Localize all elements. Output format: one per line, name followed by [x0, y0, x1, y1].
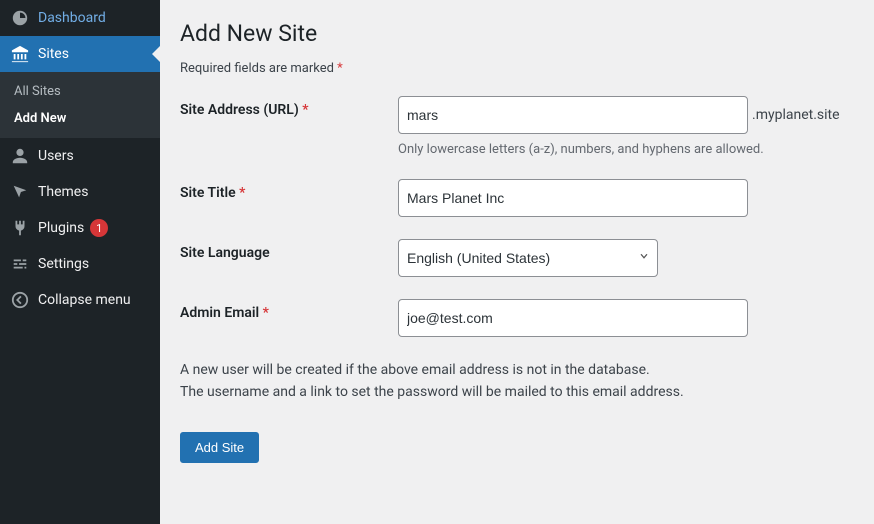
collapse-icon: [10, 290, 30, 310]
row-site-language: Site Language English (United States): [180, 239, 854, 277]
site-language-select[interactable]: English (United States): [398, 239, 658, 277]
sidebar-item-collapse[interactable]: Collapse menu: [0, 282, 160, 318]
required-asterisk: *: [337, 61, 343, 76]
required-note: Required fields are marked *: [180, 61, 854, 76]
row-admin-email: Admin Email *: [180, 299, 854, 337]
sidebar-item-plugins[interactable]: Plugins 1: [0, 210, 160, 246]
dashboard-icon: [10, 8, 30, 28]
sidebar-sites-label: Sites: [38, 46, 69, 62]
label-site-language: Site Language: [180, 239, 398, 261]
sidebar-item-users[interactable]: Users: [0, 138, 160, 174]
sidebar-subitem-add-new[interactable]: Add New: [0, 105, 160, 132]
settings-icon: [10, 254, 30, 274]
main-content: Add New Site Required fields are marked …: [160, 0, 874, 524]
admin-sidebar: Dashboard Sites All Sites Add New Users …: [0, 0, 160, 524]
sidebar-item-dashboard[interactable]: Dashboard: [0, 0, 160, 36]
sidebar-sites-submenu: All Sites Add New: [0, 72, 160, 138]
page-title: Add New Site: [180, 20, 854, 47]
site-address-input[interactable]: [398, 96, 748, 134]
label-admin-email: Admin Email *: [180, 299, 398, 321]
plugins-update-badge: 1: [90, 219, 108, 237]
themes-icon: [10, 182, 30, 202]
label-site-address: Site Address (URL) *: [180, 96, 398, 118]
users-icon: [10, 146, 30, 166]
sidebar-plugins-label: Plugins: [38, 220, 84, 236]
sidebar-item-settings[interactable]: Settings: [0, 246, 160, 282]
sidebar-collapse-label: Collapse menu: [38, 292, 131, 308]
sidebar-settings-label: Settings: [38, 256, 89, 272]
label-site-title: Site Title *: [180, 179, 398, 201]
form-description: A new user will be created if the above …: [180, 359, 854, 404]
sidebar-subitem-all-sites[interactable]: All Sites: [0, 78, 160, 105]
plugins-icon: [10, 218, 30, 238]
add-site-button[interactable]: Add Site: [180, 432, 259, 463]
sidebar-item-sites[interactable]: Sites: [0, 36, 160, 72]
row-site-title: Site Title *: [180, 179, 854, 217]
sidebar-themes-label: Themes: [38, 184, 88, 200]
sidebar-item-themes[interactable]: Themes: [0, 174, 160, 210]
site-address-hint: Only lowercase letters (a-z), numbers, a…: [398, 142, 854, 157]
row-site-address: Site Address (URL) * .myplanet.site Only…: [180, 96, 854, 157]
site-title-input[interactable]: [398, 179, 748, 217]
domain-suffix: .myplanet.site: [752, 107, 840, 123]
admin-email-input[interactable]: [398, 299, 748, 337]
sites-icon: [10, 44, 30, 64]
sidebar-dashboard-label: Dashboard: [38, 10, 106, 26]
sidebar-users-label: Users: [38, 148, 74, 164]
